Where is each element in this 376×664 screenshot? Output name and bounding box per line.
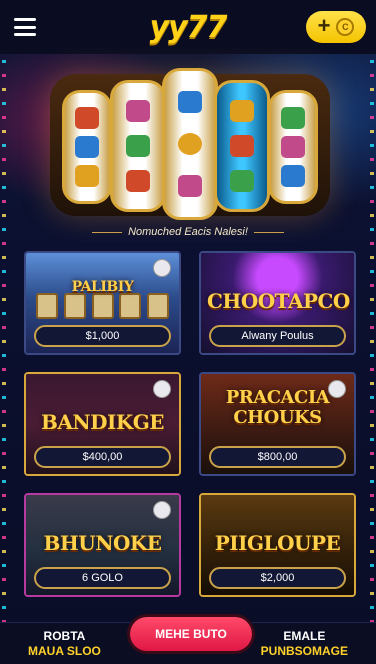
game-card[interactable]: PRACACIA CHOUKS $800,00 bbox=[199, 372, 356, 476]
game-title: BHUNOKE bbox=[43, 531, 162, 555]
bottom-nav: ROBTA MAUA SLOO MEHE BUTO EMALE PUNBSOMA… bbox=[0, 617, 376, 664]
game-title: BANDIKGE bbox=[40, 410, 165, 434]
coin-icon: C bbox=[336, 18, 355, 36]
top-bar: yy77 + C bbox=[0, 0, 376, 54]
game-title: CHOOTAPCO bbox=[207, 289, 350, 313]
add-coins-button[interactable]: + C bbox=[306, 11, 366, 43]
game-title: PIIGLOUPE bbox=[214, 531, 341, 555]
main-cta-button[interactable]: MEHE BUTO bbox=[130, 617, 252, 651]
game-card[interactable]: BHUNOKE 6 GOLO bbox=[24, 493, 181, 597]
game-amount: $1,000 bbox=[34, 325, 171, 347]
nav-left-sublabel: MAUA SLOO bbox=[28, 643, 101, 658]
reel bbox=[62, 90, 112, 204]
left-light-strip bbox=[2, 60, 6, 624]
game-grid: PALIBIY $1,000 CHOOTAPCO Alwany Poulus B… bbox=[24, 251, 356, 597]
nav-left[interactable]: ROBTA MAUA SLOO bbox=[28, 629, 101, 659]
nav-right-sublabel: PUNBSOMAGE bbox=[260, 643, 348, 658]
game-card[interactable]: PALIBIY $1,000 bbox=[24, 251, 181, 355]
reel bbox=[214, 80, 270, 212]
game-amount: 6 GOLO bbox=[34, 567, 171, 589]
nav-right-label: EMALE bbox=[283, 628, 326, 643]
game-card[interactable]: BANDIKGE $400,00 bbox=[24, 372, 181, 476]
game-amount: $400,00 bbox=[34, 446, 171, 468]
game-title: PRACACIA CHOUKS bbox=[225, 387, 330, 428]
favorite-icon[interactable] bbox=[328, 380, 346, 398]
brand-logo[interactable]: yy77 bbox=[150, 10, 228, 45]
right-light-strip bbox=[370, 60, 374, 624]
favorite-icon[interactable] bbox=[153, 259, 171, 277]
game-amount: $800,00 bbox=[209, 446, 346, 468]
hero-slot-machine[interactable] bbox=[40, 60, 340, 222]
nav-left-label: ROBTA bbox=[43, 628, 86, 643]
hero-caption: Nomuched Eacis Nalesi! bbox=[0, 226, 376, 238]
game-amount: $2,000 bbox=[209, 567, 346, 589]
menu-icon[interactable] bbox=[14, 18, 36, 36]
game-card[interactable]: PIIGLOUPE $2,000 bbox=[199, 493, 356, 597]
game-amount: Alwany Poulus bbox=[209, 325, 346, 347]
reel bbox=[162, 68, 218, 220]
plus-icon: + bbox=[317, 13, 331, 38]
reel bbox=[110, 80, 166, 212]
mini-reels bbox=[36, 293, 169, 319]
game-title: PALIBIY bbox=[71, 279, 134, 295]
nav-right[interactable]: EMALE PUNBSOMAGE bbox=[261, 629, 348, 659]
reel bbox=[268, 90, 318, 204]
favorite-icon[interactable] bbox=[153, 501, 171, 519]
favorite-icon[interactable] bbox=[153, 380, 171, 398]
game-card[interactable]: CHOOTAPCO Alwany Poulus bbox=[199, 251, 356, 355]
